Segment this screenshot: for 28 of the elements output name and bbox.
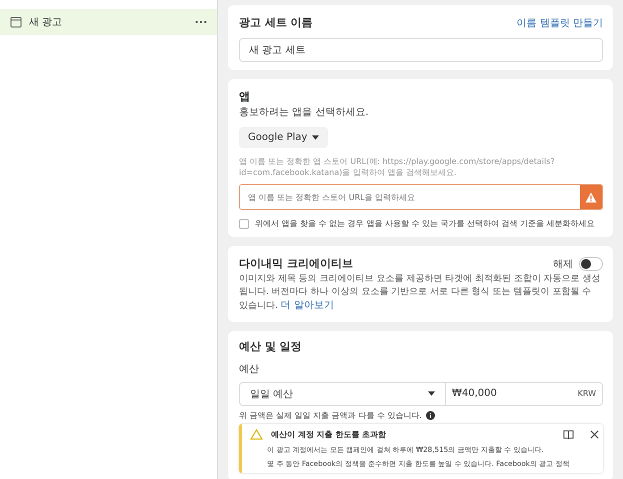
toggle-label: 해제 — [553, 258, 573, 271]
ad-set-name-field[interactable]: 새 광고 세트 — [239, 38, 603, 62]
checkbox-label: 위에서 앱을 찾을 수 없는 경우 앱을 사용할 수 있는 국가를 선택하여 검색 기준을 세분화하세요 — [255, 218, 595, 230]
search-hint: 앱 이름 또는 정확한 앱 스토어 URL(예: https://play.google.com/store/apps/details?id=com.facebook.katana)을 입력하여 앱을 검색해보세요. — [239, 156, 556, 178]
store-dropdown[interactable]: Google Play — [239, 127, 328, 148]
sidebar-item[interactable]: 새 광고 — [0, 9, 217, 35]
more-icon[interactable] — [195, 20, 207, 24]
card-title: 광고 세트 이름 — [239, 15, 313, 30]
caret-icon — [312, 135, 320, 140]
country-checkbox[interactable] — [239, 218, 249, 229]
toggle-switch[interactable] — [579, 256, 603, 271]
learn-more-link[interactable]: 더 알아보기 — [280, 300, 334, 312]
calendar-icon — [10, 16, 22, 28]
budget-note: 위 금액은 실제 일일 지출 금액과 다를 수 있습니다. — [239, 410, 422, 421]
card-title: 앱 — [239, 89, 251, 104]
app-search-field[interactable]: 앱 이름 또는 정확한 스토어 URL을 입력하세요 — [239, 184, 603, 210]
dynamic-creative-description: 이미지와 제목 등의 크리에이티브 요소를 제공하면 타겟에 최적화된 조합이 자동으로 생성됩니다. 버전마다 하나 이상의 요소를 기반으로 서로 다른 형식 또는 템플릿이 포함될 수 있습니다. 더 알아보기 — [239, 273, 602, 314]
info-icon[interactable] — [426, 410, 435, 420]
alert-title: 예산이 계정 지출 한도를 초과함 — [271, 428, 388, 440]
app-description: 홍보하려는 앱을 선택하세요. — [239, 106, 370, 119]
warning-icon — [250, 428, 263, 440]
card-title: 예산 및 일정 — [239, 338, 303, 354]
card-title: 다이내믹 크리에이티브 — [239, 256, 353, 272]
book-icon[interactable] — [563, 428, 574, 440]
warning-icon — [580, 185, 602, 210]
budget-label: 예산 — [239, 362, 260, 376]
close-icon[interactable] — [590, 430, 599, 439]
template-link[interactable]: 이름 템플릿 만들기 — [516, 16, 603, 30]
